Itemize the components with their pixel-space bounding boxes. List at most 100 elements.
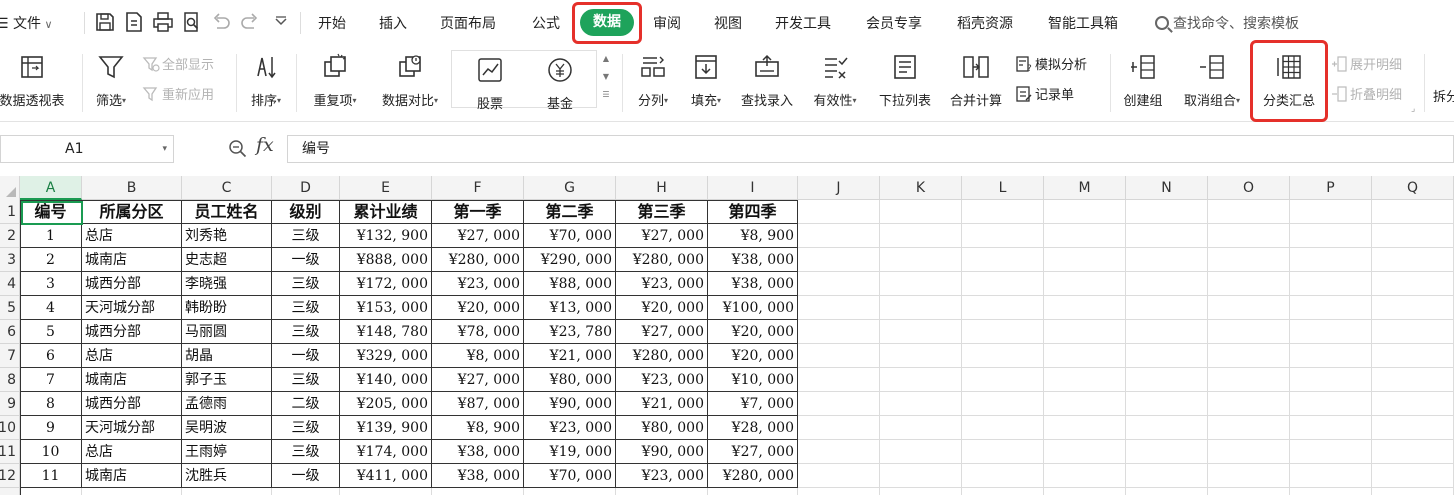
duplicates-button[interactable]: 重复项▾ [304,52,366,109]
table-cell[interactable]: 城南店 [82,464,182,488]
reapply-button[interactable]: 重新应用 [142,84,214,103]
file-menu[interactable]: ☰ 文件 ∨ [0,13,53,33]
row-header-10[interactable]: 10 [0,416,20,440]
table-cell[interactable]: 一级 [272,344,340,368]
table-cell[interactable]: ¥78, 000 [432,320,524,344]
table-cell[interactable]: 三级 [272,416,340,440]
table-cell[interactable]: 总店 [82,224,182,248]
table-header-cell[interactable]: 第三季 [616,200,708,224]
table-cell[interactable]: ¥90, 000 [524,392,616,416]
table-cell[interactable]: ¥38, 000 [432,464,524,488]
table-cell[interactable]: ¥80, 000 [616,416,708,440]
row-header-6[interactable]: 6 [0,320,20,344]
table-cell[interactable]: 二级 [272,392,340,416]
table-cell[interactable]: ¥21, 000 [616,392,708,416]
column-header-g[interactable]: G [524,176,616,200]
filter-button[interactable]: 筛选▾ [86,52,136,109]
table-cell[interactable]: 沈胜兵 [182,464,272,488]
table-cell[interactable]: 4 [20,296,82,320]
table-cell[interactable]: 城西分部 [82,392,182,416]
table-cell[interactable]: ¥10, 000 [708,368,798,392]
table-cell[interactable]: ¥27, 000 [616,224,708,248]
table-cell[interactable]: ¥23, 000 [524,416,616,440]
table-cell[interactable]: 城西分部 [82,272,182,296]
column-header-l[interactable]: L [962,176,1044,200]
table-cell[interactable]: ¥27, 000 [708,440,798,464]
name-box[interactable]: A1 ▾ [0,135,174,163]
fill-button[interactable]: 填充▾ [683,52,729,109]
table-cell[interactable]: 城南店 [82,368,182,392]
table-cell[interactable]: ¥87, 000 [432,392,524,416]
table-header-cell[interactable]: 第四季 [708,200,798,224]
record-form-button[interactable]: 记录单 [1015,84,1074,103]
consolidate-button[interactable]: 合并计算 [944,52,1008,109]
table-cell[interactable]: ¥280, 000 [708,464,798,488]
column-header-p[interactable]: P [1290,176,1372,200]
table-cell[interactable]: ¥80, 000 [524,368,616,392]
table-cell[interactable]: 2 [20,248,82,272]
row-header-1[interactable]: 1 [0,200,20,224]
column-header-b[interactable]: B [82,176,182,200]
create-group-button[interactable]: 创建组 [1118,52,1168,109]
table-cell[interactable]: ¥100, 000 [708,296,798,320]
table-cell[interactable]: 城南店 [82,248,182,272]
table-cell[interactable]: 三级 [272,368,340,392]
column-header-i[interactable]: I [708,176,798,200]
gallery-expand-icon[interactable]: ☰ [598,86,614,104]
column-header-q[interactable]: Q [1372,176,1454,200]
row-header-4[interactable]: 4 [0,272,20,296]
table-cell[interactable]: ¥70, 000 [524,224,616,248]
column-header-f[interactable]: F [432,176,524,200]
column-header-m[interactable]: M [1044,176,1126,200]
tab-home[interactable]: 开始 [318,13,346,33]
table-cell[interactable]: ¥27, 000 [432,224,524,248]
row-header-3[interactable]: 3 [0,248,20,272]
pivot-table-button[interactable]: 数据透视表 [0,52,72,109]
column-header-k[interactable]: K [880,176,962,200]
table-cell[interactable]: ¥23, 000 [616,464,708,488]
tab-review[interactable]: 审阅 [653,13,681,33]
table-cell[interactable]: 11 [20,464,82,488]
tab-formulas[interactable]: 公式 [532,13,560,33]
table-cell[interactable]: 孟德雨 [182,392,272,416]
table-cell[interactable]: ¥8, 900 [708,224,798,248]
sort-button[interactable]: 排序▾ [243,52,289,109]
cell-grid[interactable]: 编号 所属分区 员工姓名 级别 累计业绩 第一季 第二季 第三季 第四季 1 总店 刘秀艳 三级 ¥132… [20,200,1454,495]
table-cell[interactable]: 三级 [272,224,340,248]
table-cell[interactable]: 三级 [272,296,340,320]
table-cell[interactable]: 一级 [272,464,340,488]
table-cell[interactable]: 8 [20,392,82,416]
table-cell[interactable]: ¥174, 000 [340,440,432,464]
validity-button[interactable]: 有效性▾ [806,52,864,109]
table-cell[interactable]: 李晓强 [182,272,272,296]
table-cell[interactable]: 天河城分部 [82,416,182,440]
table-cell[interactable]: ¥21, 000 [524,344,616,368]
group-dialog-launcher-icon[interactable]: ⌟ [1411,104,1415,114]
tab-developer[interactable]: 开发工具 [775,13,831,33]
export-pdf-icon[interactable] [123,11,145,33]
chevron-down-icon[interactable]: ▾ [162,136,167,162]
compare-button[interactable]: 数据对比▾ [372,52,448,109]
customize-quick-access-icon[interactable] [270,11,292,33]
table-cell[interactable]: 总店 [82,440,182,464]
column-header-a[interactable]: A [20,176,82,200]
show-all-button[interactable]: 全部显示 [142,54,214,73]
table-header-cell[interactable]: 级别 [272,200,340,224]
table-cell[interactable]: ¥90, 000 [616,440,708,464]
tab-page-layout[interactable]: 页面布局 [440,13,496,33]
table-cell[interactable]: ¥88, 000 [524,272,616,296]
table-header-cell[interactable]: 累计业绩 [340,200,432,224]
table-header-cell[interactable]: 员工姓名 [182,200,272,224]
row-header-12[interactable]: 12 [0,464,20,488]
table-cell[interactable]: ¥20, 000 [708,320,798,344]
redo-icon[interactable] [239,11,261,33]
table-cell[interactable]: ¥172, 000 [340,272,432,296]
table-cell[interactable]: ¥205, 000 [340,392,432,416]
select-all-corner[interactable] [0,176,20,200]
table-cell[interactable]: ¥27, 000 [616,320,708,344]
column-header-h[interactable]: H [616,176,708,200]
table-cell[interactable]: ¥140, 000 [340,368,432,392]
row-header-11[interactable]: 11 [0,440,20,464]
table-cell[interactable]: ¥23, 780 [524,320,616,344]
dropdown-list-button[interactable]: 下拉列表 [872,52,938,109]
